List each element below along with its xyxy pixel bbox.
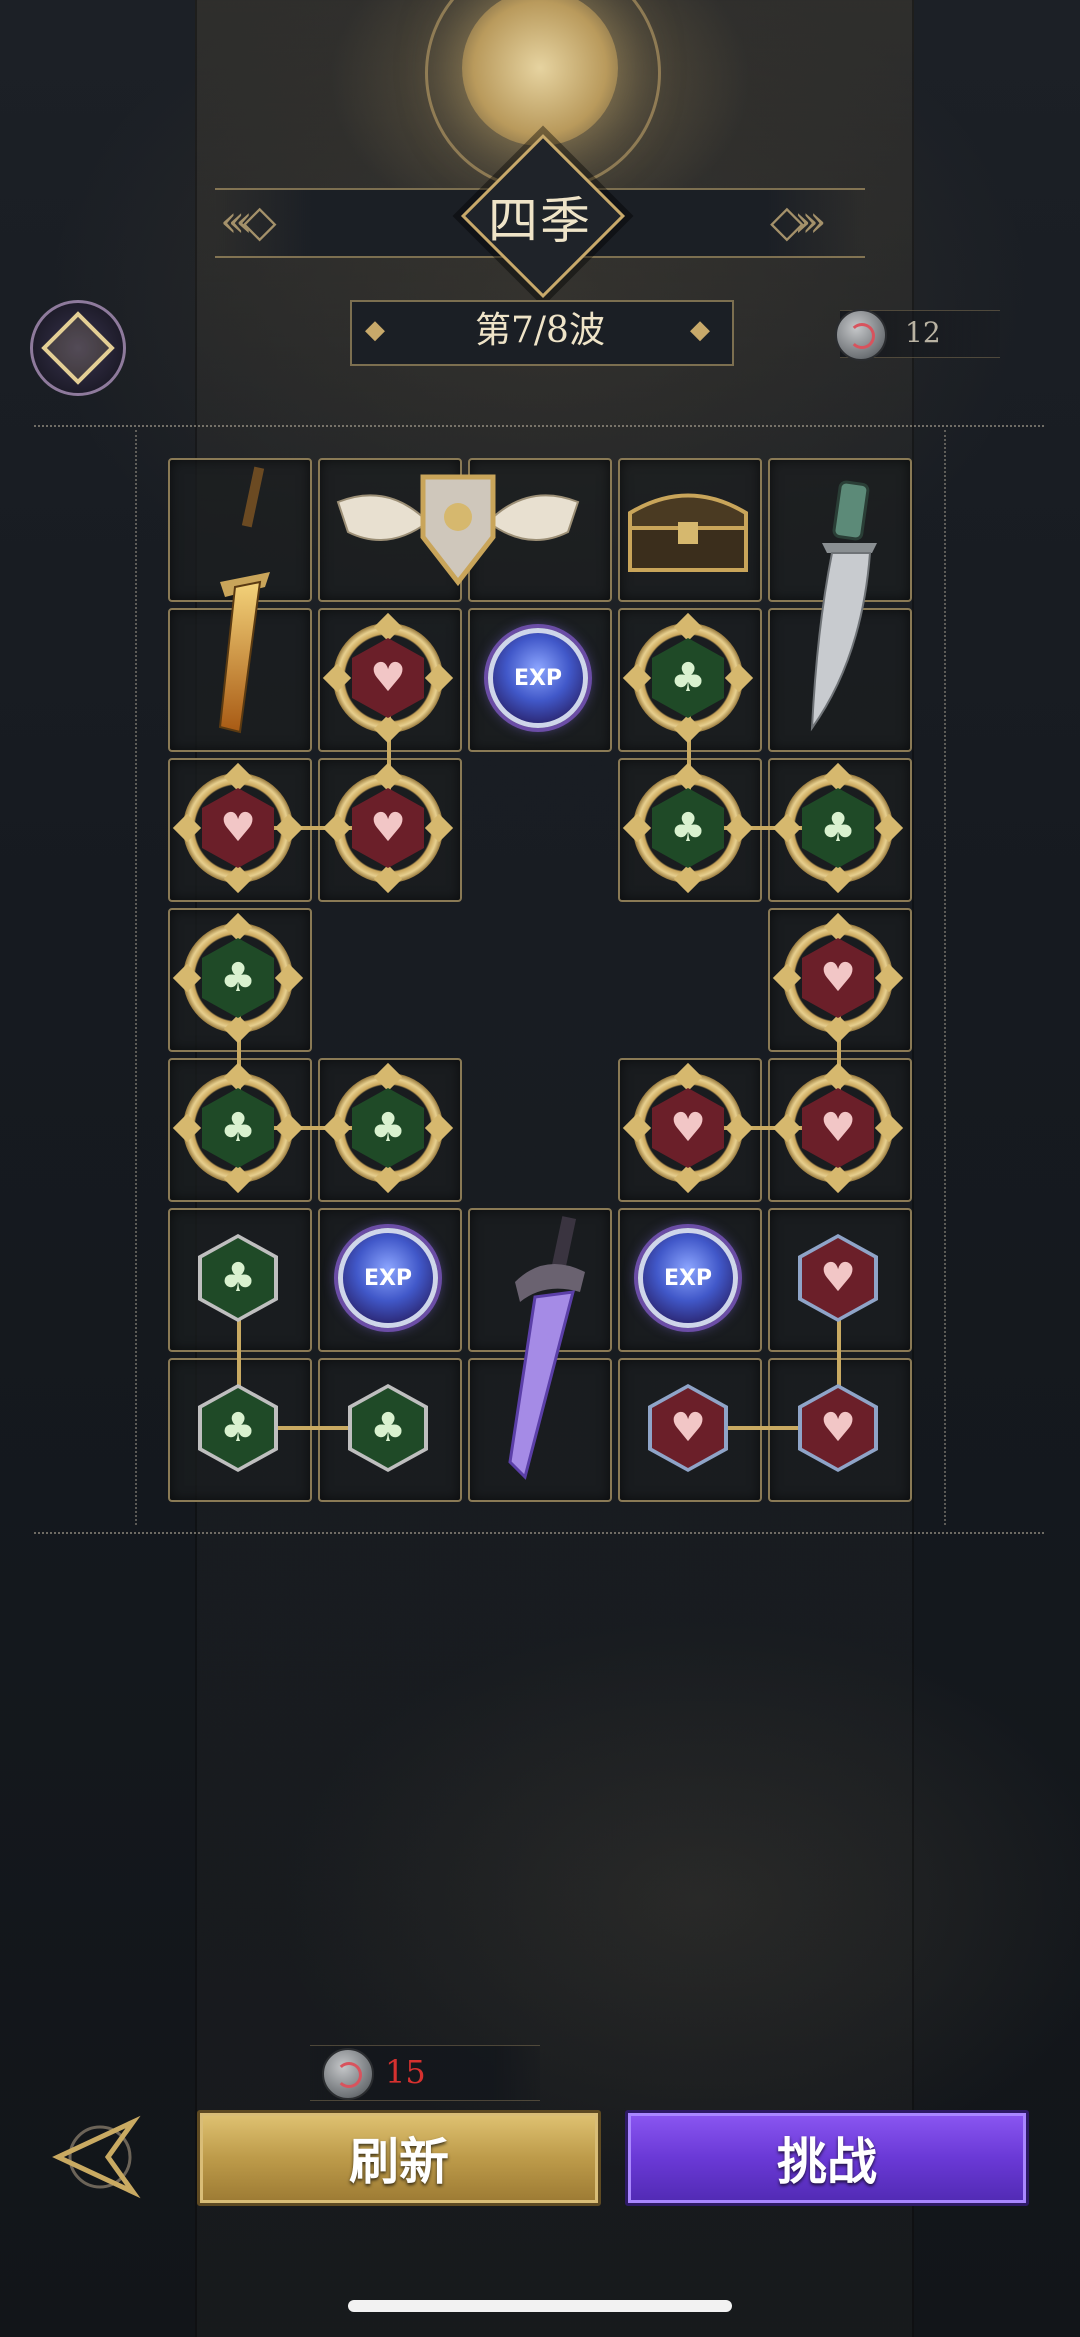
treasure-chest-icon bbox=[628, 493, 748, 572]
challenge-button[interactable]: 挑战 bbox=[625, 2110, 1029, 2206]
heart-node[interactable]: ♥ bbox=[172, 762, 304, 894]
board-frame-line bbox=[135, 430, 137, 1525]
currency-count: 12 bbox=[905, 316, 941, 349]
heart-node[interactable]: ♥ bbox=[322, 612, 454, 744]
club-node[interactable]: ♣ bbox=[622, 762, 754, 894]
emblem-icon bbox=[41, 311, 115, 385]
exp-orb-icon: EXP bbox=[338, 1228, 438, 1328]
heart-node[interactable]: ♥ bbox=[772, 912, 904, 1044]
rune-stone-icon bbox=[322, 2048, 374, 2100]
exp-orb-icon: EXP bbox=[488, 628, 588, 728]
exp-node[interactable]: EXP bbox=[333, 1223, 443, 1333]
rune-stone-icon bbox=[835, 309, 887, 361]
club-node[interactable]: ♣ bbox=[172, 912, 304, 1044]
jade-knife-icon bbox=[810, 480, 877, 732]
wave-label: 第7/8波 bbox=[475, 310, 605, 351]
violet-sword-icon bbox=[508, 1216, 585, 1480]
club-node[interactable]: ♣ bbox=[172, 1062, 304, 1194]
page-title: 四季 bbox=[488, 192, 592, 250]
chevron-right-decor-icon: ◇››› bbox=[770, 196, 827, 247]
chevron-left-decor-icon: ‹‹‹◇ bbox=[220, 196, 277, 247]
board-frame-line bbox=[944, 430, 946, 1525]
heart-node[interactable]: ♥ bbox=[772, 1062, 904, 1194]
heart-node[interactable]: ♥ bbox=[622, 1062, 754, 1194]
heart-node-small[interactable]: ♥ bbox=[783, 1223, 893, 1333]
golden-dagger-icon bbox=[218, 466, 270, 734]
club-node-small[interactable]: ♣ bbox=[183, 1223, 293, 1333]
club-node[interactable]: ♣ bbox=[772, 762, 904, 894]
refresh-button[interactable]: 刷新 bbox=[197, 2110, 601, 2206]
exp-orb-icon: EXP bbox=[638, 1228, 738, 1328]
exp-node[interactable]: EXP bbox=[483, 623, 593, 733]
heart-node-small[interactable]: ♥ bbox=[633, 1373, 743, 1483]
season-emblem-button[interactable] bbox=[30, 300, 126, 396]
home-indicator[interactable] bbox=[348, 2300, 732, 2312]
club-node-small[interactable]: ♣ bbox=[183, 1373, 293, 1483]
club-node[interactable]: ♣ bbox=[322, 1062, 454, 1194]
back-button[interactable] bbox=[38, 2112, 142, 2202]
winged-shield-icon bbox=[336, 474, 580, 587]
exp-node[interactable]: EXP bbox=[633, 1223, 743, 1333]
refresh-cost: 15 bbox=[385, 2053, 426, 2091]
club-node[interactable]: ♣ bbox=[622, 612, 754, 744]
back-arrow-icon bbox=[52, 2115, 141, 2199]
heart-node[interactable]: ♥ bbox=[322, 762, 454, 894]
heart-node-small[interactable]: ♥ bbox=[783, 1373, 893, 1483]
club-node-small[interactable]: ♣ bbox=[333, 1373, 443, 1483]
